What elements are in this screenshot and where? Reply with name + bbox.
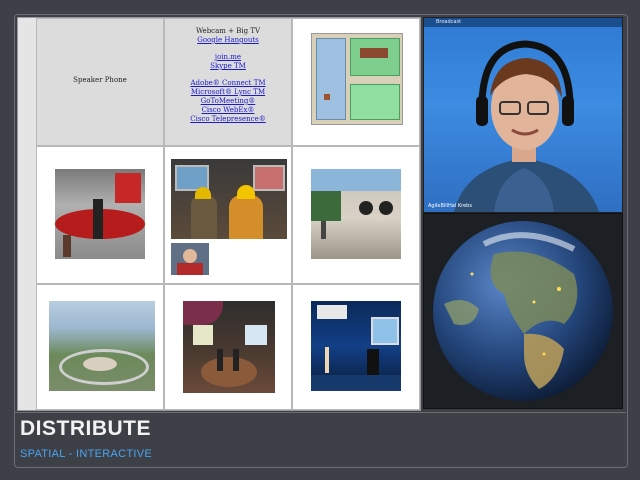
plaza-cell [292, 146, 420, 284]
virtual-stage-image [55, 169, 145, 259]
link-google-hangouts[interactable]: Google Hangouts [165, 36, 291, 45]
title-divider [14, 412, 626, 413]
grid-row-gutter [18, 18, 37, 410]
floorplan-image [311, 33, 403, 125]
webcam-services-cell: Webcam + Big TV Google Hangouts join.me … [164, 18, 292, 146]
link-join-me[interactable]: join.me [165, 53, 291, 62]
services-heading: Webcam + Big TV [195, 27, 261, 35]
floorplan-cell [292, 18, 420, 146]
slide-title: DISTRIBUTE [20, 417, 151, 440]
speaker-phone-label: Speaker Phone [73, 76, 127, 84]
virtual-gallery-image [183, 301, 275, 393]
comparison-grid: Speaker Phone Webcam + Big TV Google Han… [17, 17, 421, 411]
virtual-island-image [49, 301, 155, 391]
virtual-expo-image [311, 301, 401, 391]
virtual-meeting-cell [164, 146, 292, 284]
link-cisco-telepresence[interactable]: Cisco Telepresence® [165, 115, 291, 124]
virtual-plaza-image [311, 169, 401, 259]
slide-subtitle: SPATIAL - INTERACTIVE [20, 448, 153, 460]
gallery-cell [164, 284, 292, 410]
globe-panel [423, 213, 623, 409]
participant-name: AgileBillHal Krebs [428, 203, 472, 209]
expo-cell [292, 284, 420, 410]
link-adobe-connect[interactable]: Adobe® Connect TM [165, 79, 291, 88]
island-cell [36, 284, 164, 410]
virtual-meeting-image [171, 159, 287, 239]
link-skype[interactable]: Skype TM [165, 62, 291, 71]
virtual-stage-cell [36, 146, 164, 284]
link-gotomeeting[interactable]: GoToMeeting® [165, 97, 291, 106]
link-microsoft-lync[interactable]: Microsoft® Lync TM [165, 88, 291, 97]
services-list: Webcam + Big TV Google Hangouts join.me … [165, 27, 291, 124]
webcam-video-panel: Broadcast AgileBillHal Krebs [423, 17, 623, 213]
link-cisco-webex[interactable]: Cisco WebEx® [165, 106, 291, 115]
speaker-phone-cell: Speaker Phone [36, 18, 164, 146]
earth-globe-image [433, 221, 613, 401]
webcam-inset-image [171, 243, 209, 275]
presenter-figure [454, 40, 599, 212]
